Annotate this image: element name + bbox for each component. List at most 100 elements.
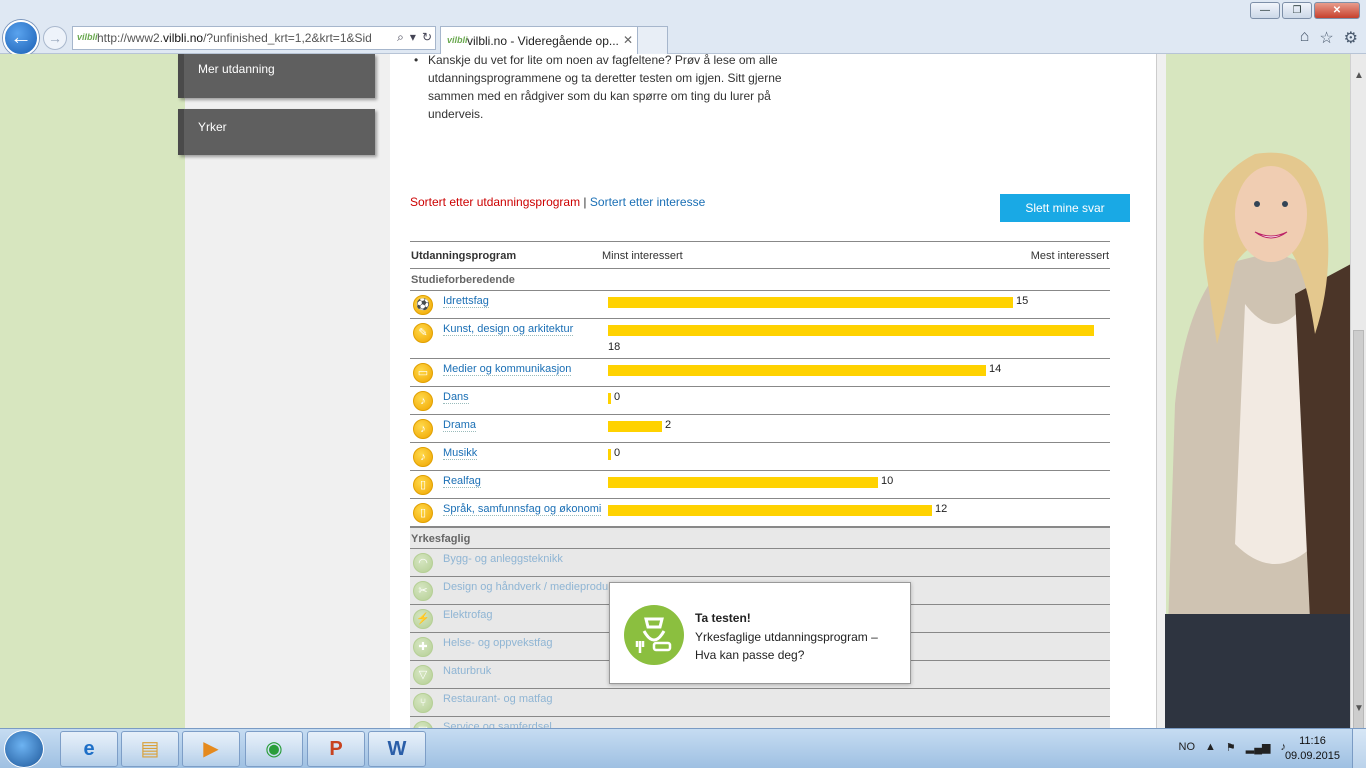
program-link[interactable]: Drama (443, 419, 477, 432)
cow-icon: ▽ (413, 665, 433, 685)
bus-icon: ▣ (413, 721, 433, 728)
interest-bar (608, 297, 1013, 308)
chrome-icon[interactable]: ◉ (245, 731, 303, 767)
language-indicator[interactable]: NO (1179, 741, 1196, 754)
program-link[interactable]: Design og håndverk / medieprodu (443, 581, 608, 593)
minimize-button[interactable]: — (1250, 2, 1280, 19)
interest-score: 18 (608, 341, 621, 353)
program-link[interactable]: Naturbruk (443, 665, 491, 677)
home-icon[interactable]: ⌂ (1300, 28, 1310, 48)
refresh-icon[interactable]: ↻ (422, 30, 432, 45)
column-header-most: Mest interessert (1030, 250, 1109, 262)
forward-button[interactable]: → (43, 26, 67, 50)
file-explorer-icon[interactable]: ▤ (121, 731, 179, 767)
music-note-icon: ♪ (413, 447, 433, 467)
internet-explorer-icon[interactable]: e (60, 731, 118, 767)
browser-tab-active[interactable]: vilbli vilbli.no - Videregående op... ✕ (440, 26, 668, 55)
scroll-down-arrow-icon[interactable]: ▼ (1354, 703, 1364, 714)
word-icon[interactable]: W (368, 731, 426, 767)
search-icon[interactable]: ⌕ (397, 30, 404, 45)
interest-score: 10 (881, 475, 894, 487)
clock-time: 11:16 (1299, 735, 1326, 747)
media-player-icon[interactable]: ▶ (182, 731, 240, 767)
tab-favicon-icon: vilbli (447, 34, 468, 45)
dropdown-icon[interactable]: ▾ (410, 30, 416, 45)
settings-gear-icon[interactable]: ⚙ (1344, 28, 1358, 48)
new-tab-button[interactable] (637, 27, 667, 55)
table-row: ◠ Bygg- og anleggsteknikk (410, 549, 1110, 577)
program-link[interactable]: Elektrofag (443, 609, 493, 621)
bandage-icon: ✚ (413, 637, 433, 657)
media-icon: ▭ (413, 363, 433, 383)
clock-date: 09.09.2015 (1284, 750, 1340, 762)
interest-bar (608, 477, 878, 488)
table-row: ▯ Realfag 10 (410, 471, 1110, 499)
program-link[interactable]: Medier og kommunikasjon (443, 363, 572, 376)
popup-title: Ta testen! (695, 611, 751, 625)
interest-score: 12 (935, 503, 948, 515)
start-button[interactable] (4, 730, 44, 768)
program-link[interactable]: Idrettsfag (443, 295, 489, 308)
sort-separator: | (580, 195, 590, 209)
interest-bar (608, 365, 986, 376)
table-row: ⚽ Idrettsfag 15 (410, 291, 1110, 319)
program-link[interactable]: Dans (443, 391, 469, 404)
interest-score: 15 (1016, 295, 1029, 307)
browser-chrome: — ❐ ✕ ← → vilbli http://www2.vilbli.no/?… (0, 0, 1366, 56)
table-header: Utdanningsprogram Minst interessert Mest… (410, 241, 1110, 269)
restore-button[interactable]: ❐ (1282, 2, 1312, 19)
powerpoint-icon[interactable]: P (307, 731, 365, 767)
interest-score: 0 (614, 447, 621, 459)
clock[interactable]: 11:16 09.09.2015 (1285, 734, 1340, 764)
url-text: http://www2.vilbli.no/?unfinished_krt=1,… (97, 31, 372, 45)
program-link[interactable]: Musikk (443, 447, 478, 460)
program-link[interactable]: Service og samferdsel (443, 721, 552, 728)
sort-links: Sortert etter utdanningsprogram | Sorter… (410, 195, 705, 209)
page-scrollbar[interactable]: ▲ ▼ (1350, 54, 1366, 730)
table-row: ♪ Dans 0 (410, 387, 1110, 415)
book-icon: ▯ (413, 503, 433, 523)
network-signal-icon[interactable]: ▂▄▆ (1246, 741, 1271, 754)
favorites-star-icon[interactable]: ☆ (1319, 28, 1333, 48)
fork-icon: ⑂ (413, 693, 433, 713)
action-center-flag-icon[interactable]: ⚑ (1226, 741, 1236, 754)
sport-icon: ⚽ (413, 295, 433, 315)
system-tray: NO ▲ ⚑ ▂▄▆ ♪ (1179, 741, 1286, 754)
address-bar[interactable]: vilbli http://www2.vilbli.no/?unfinished… (72, 26, 436, 50)
program-link[interactable]: Restaurant- og matfag (443, 693, 552, 705)
program-link[interactable]: Helse- og oppvekstfag (443, 637, 552, 649)
program-link[interactable]: Bygg- og anleggsteknikk (443, 553, 563, 565)
music-note-icon: ♪ (413, 419, 433, 439)
delete-answers-button[interactable]: Slett mine svar (1000, 194, 1130, 222)
popup-text: Yrkesfaglige utdanningsprogram – Hva kan… (695, 630, 878, 662)
tab-close-icon[interactable]: ✕ (623, 33, 633, 47)
interest-bar (608, 505, 932, 516)
sort-by-interest-link[interactable]: Sortert etter interesse (590, 195, 705, 209)
close-window-button[interactable]: ✕ (1314, 2, 1360, 19)
tray-expand-icon[interactable]: ▲ (1205, 741, 1216, 754)
sidebar-item-yrker[interactable]: Yrker (178, 109, 375, 155)
table-row: ✎ Kunst, design og arkitektur 18 (410, 319, 1110, 359)
scroll-thumb[interactable] (1353, 330, 1364, 730)
show-desktop-button[interactable] (1352, 729, 1366, 768)
scroll-up-arrow-icon[interactable]: ▲ (1354, 70, 1364, 81)
plug-icon: ⚡ (413, 609, 433, 629)
site-favicon-icon: vilbli (77, 32, 98, 42)
table-row: ▯ Språk, samfunnsfag og økonomi 12 (410, 499, 1110, 527)
take-test-popup[interactable]: Ta testen! Yrkesfaglige utdanningsprogra… (609, 582, 911, 684)
interest-bar (608, 325, 1094, 336)
browser-toolbar: ⌂ ☆ ⚙ (1300, 28, 1358, 48)
web-page: Mer utdanning Yrker • Kanskje du vet for… (0, 54, 1350, 728)
program-link[interactable]: Språk, samfunnsfag og økonomi (443, 503, 602, 516)
program-link[interactable]: Kunst, design og arkitektur (443, 323, 574, 336)
table-row: ⑂ Restaurant- og matfag (410, 689, 1110, 717)
back-button[interactable]: ← (3, 20, 39, 56)
program-link[interactable]: Realfag (443, 475, 481, 488)
scissors-icon: ✂ (413, 581, 433, 601)
windows-taskbar: e ▤ ▶ ◉ P W NO ▲ ⚑ ▂▄▆ ♪ 11:16 09.09.201… (0, 728, 1366, 768)
window-controls: — ❐ ✕ (1250, 2, 1360, 19)
interest-bar (608, 393, 611, 404)
sort-by-program-link[interactable]: Sortert etter utdanningsprogram (410, 195, 580, 209)
section-title: Yrkesfaglig (410, 527, 1110, 549)
sidebar-item-mer-utdanning[interactable]: Mer utdanning (178, 54, 375, 98)
